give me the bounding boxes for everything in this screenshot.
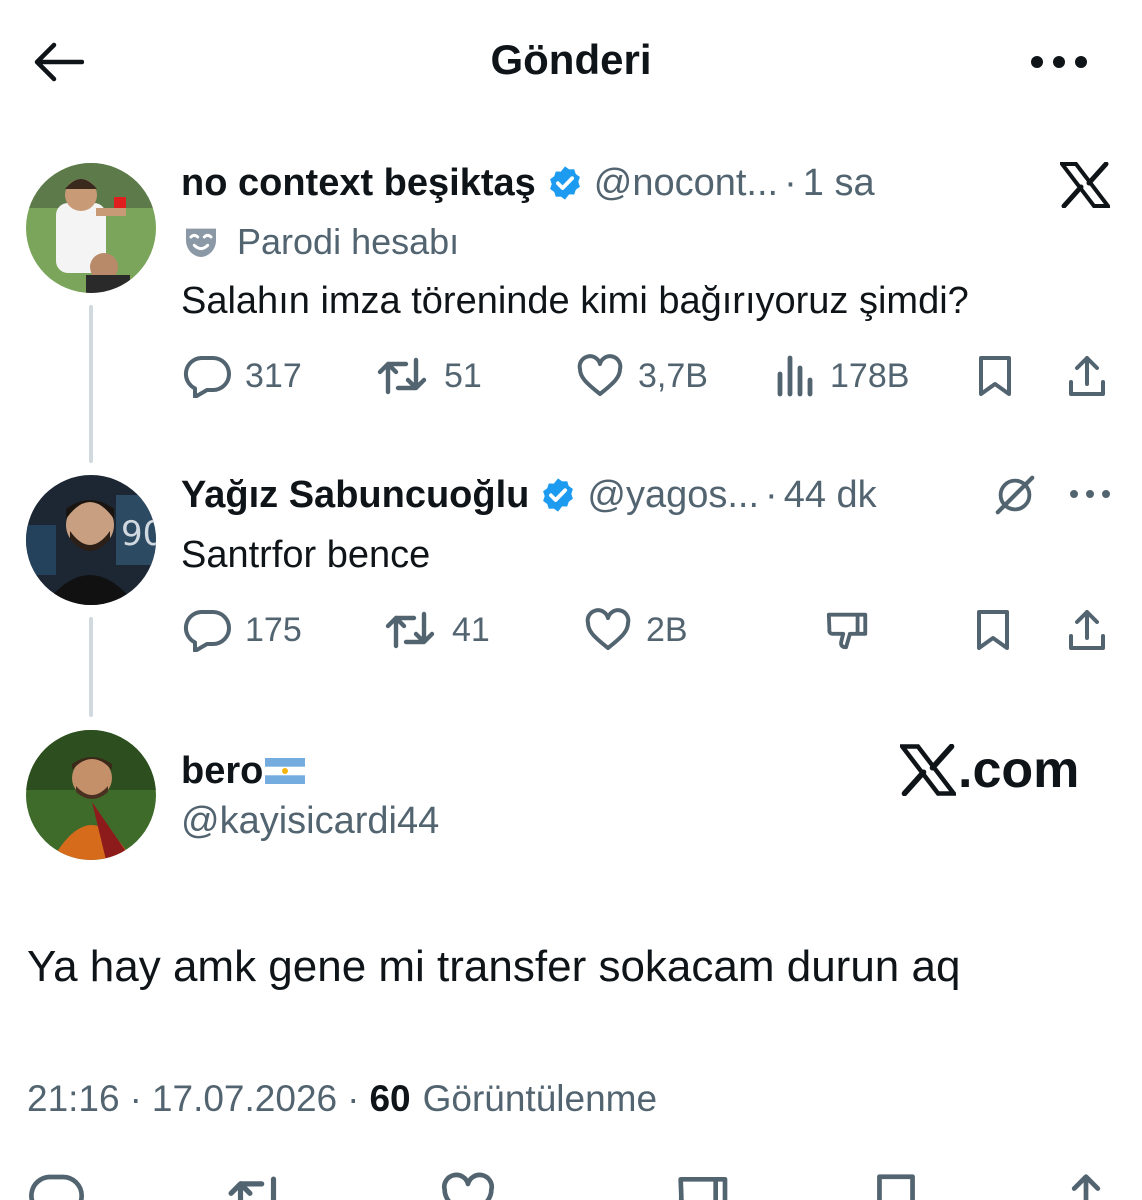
bookmark-button[interactable] — [970, 352, 1020, 400]
like-button[interactable]: 3,7B — [576, 354, 708, 398]
reply-icon — [183, 356, 231, 398]
heart-icon — [577, 354, 623, 396]
grok-button[interactable] — [990, 470, 1040, 520]
separator: · — [765, 473, 778, 516]
more-options-button[interactable] — [1026, 44, 1092, 80]
avatar[interactable] — [26, 730, 156, 860]
reply-icon — [29, 1174, 84, 1200]
bookmark-button[interactable] — [968, 606, 1018, 654]
bookmark-icon — [979, 356, 1011, 396]
heart-icon — [585, 608, 631, 650]
views-count: 178B — [830, 356, 910, 395]
tweet-text: Ya hay amk gene mi transfer sokacam duru… — [27, 942, 961, 991]
post-time: 21:16 — [27, 1078, 120, 1119]
timestamp[interactable]: 1 sa — [803, 162, 875, 205]
author-name[interactable]: no context beşiktaş — [181, 162, 536, 205]
reply-count: 175 — [245, 610, 302, 649]
tweet-more-button[interactable] — [1068, 480, 1112, 508]
share-button[interactable] — [1056, 1172, 1116, 1200]
thumbs-down-icon — [826, 612, 868, 650]
parody-label: Parodi hesabı — [237, 221, 460, 262]
verified-badge-icon — [546, 164, 584, 202]
thumbs-down-icon — [678, 1177, 728, 1200]
share-button[interactable] — [1062, 352, 1112, 400]
thread-line — [89, 305, 93, 463]
watermark-text: .com — [958, 741, 1080, 799]
x-logo — [1058, 160, 1112, 210]
like-button[interactable]: 2B — [584, 608, 688, 652]
like-count: 3,7B — [638, 356, 708, 395]
author-name[interactable]: bero — [181, 750, 263, 793]
views-label: Görüntülenme — [422, 1078, 658, 1119]
repost-count: 41 — [452, 610, 490, 649]
bookmark-icon — [877, 1174, 915, 1200]
share-icon — [1071, 1174, 1101, 1200]
x-logo-icon — [900, 744, 956, 796]
svg-text:90: 90 — [121, 514, 156, 554]
reply-button[interactable]: 175 — [183, 608, 302, 652]
views-button[interactable]: 178B — [776, 354, 909, 398]
author-handle[interactable]: @yagos... — [587, 474, 759, 517]
separator: · — [129, 1078, 142, 1119]
repost-button[interactable] — [222, 1172, 292, 1200]
reply-count: 317 — [245, 356, 302, 395]
reply-button[interactable]: 317 — [183, 354, 302, 398]
separator: · — [784, 161, 797, 204]
verified-badge-icon — [539, 476, 577, 514]
repost-count: 51 — [444, 356, 482, 395]
separator: · — [347, 1078, 360, 1119]
heart-icon — [441, 1172, 495, 1200]
timestamp[interactable]: 44 dk — [784, 474, 877, 517]
avatar[interactable] — [26, 163, 156, 293]
tweet-text: Salahın imza töreninde kimi bağırıyoruz … — [181, 280, 969, 322]
argentina-flag-icon — [265, 758, 306, 784]
author-name[interactable]: Yağız Sabuncuoğlu — [181, 474, 529, 517]
bookmark-button[interactable] — [866, 1172, 926, 1200]
reply-button[interactable] — [26, 1172, 86, 1200]
repost-icon — [377, 357, 427, 395]
bookmark-icon — [977, 610, 1009, 650]
share-button[interactable] — [1062, 606, 1112, 654]
mask-icon — [181, 222, 221, 262]
dislike-button[interactable] — [822, 606, 874, 654]
post-date: 17.07.2026 — [151, 1078, 338, 1119]
author-handle[interactable]: @kayisicardi44 — [181, 800, 439, 843]
like-button[interactable] — [438, 1172, 498, 1200]
author-handle[interactable]: @nocont... — [594, 162, 778, 205]
thread-line — [89, 617, 93, 717]
repost-icon — [385, 611, 435, 649]
repost-button[interactable]: 51 — [374, 354, 482, 398]
share-icon — [1069, 356, 1105, 396]
share-icon — [1069, 610, 1105, 650]
views-count: 60 — [369, 1078, 411, 1119]
x-com-watermark: .com — [900, 740, 1079, 800]
dislike-button[interactable] — [674, 1172, 734, 1200]
repost-button[interactable]: 41 — [382, 608, 490, 652]
x-logo-icon — [1060, 162, 1110, 208]
like-count: 2B — [646, 610, 688, 649]
page-title: Gönderi — [490, 36, 652, 83]
more-horizontal-icon — [1031, 56, 1087, 68]
tweet-text: Santrfor bence — [181, 534, 431, 576]
analytics-icon — [777, 355, 813, 397]
grok-icon — [995, 475, 1035, 515]
repost-icon — [228, 1176, 277, 1200]
reply-icon — [183, 610, 231, 652]
more-horizontal-icon — [1070, 490, 1110, 498]
avatar[interactable]: 90 — [26, 475, 156, 605]
